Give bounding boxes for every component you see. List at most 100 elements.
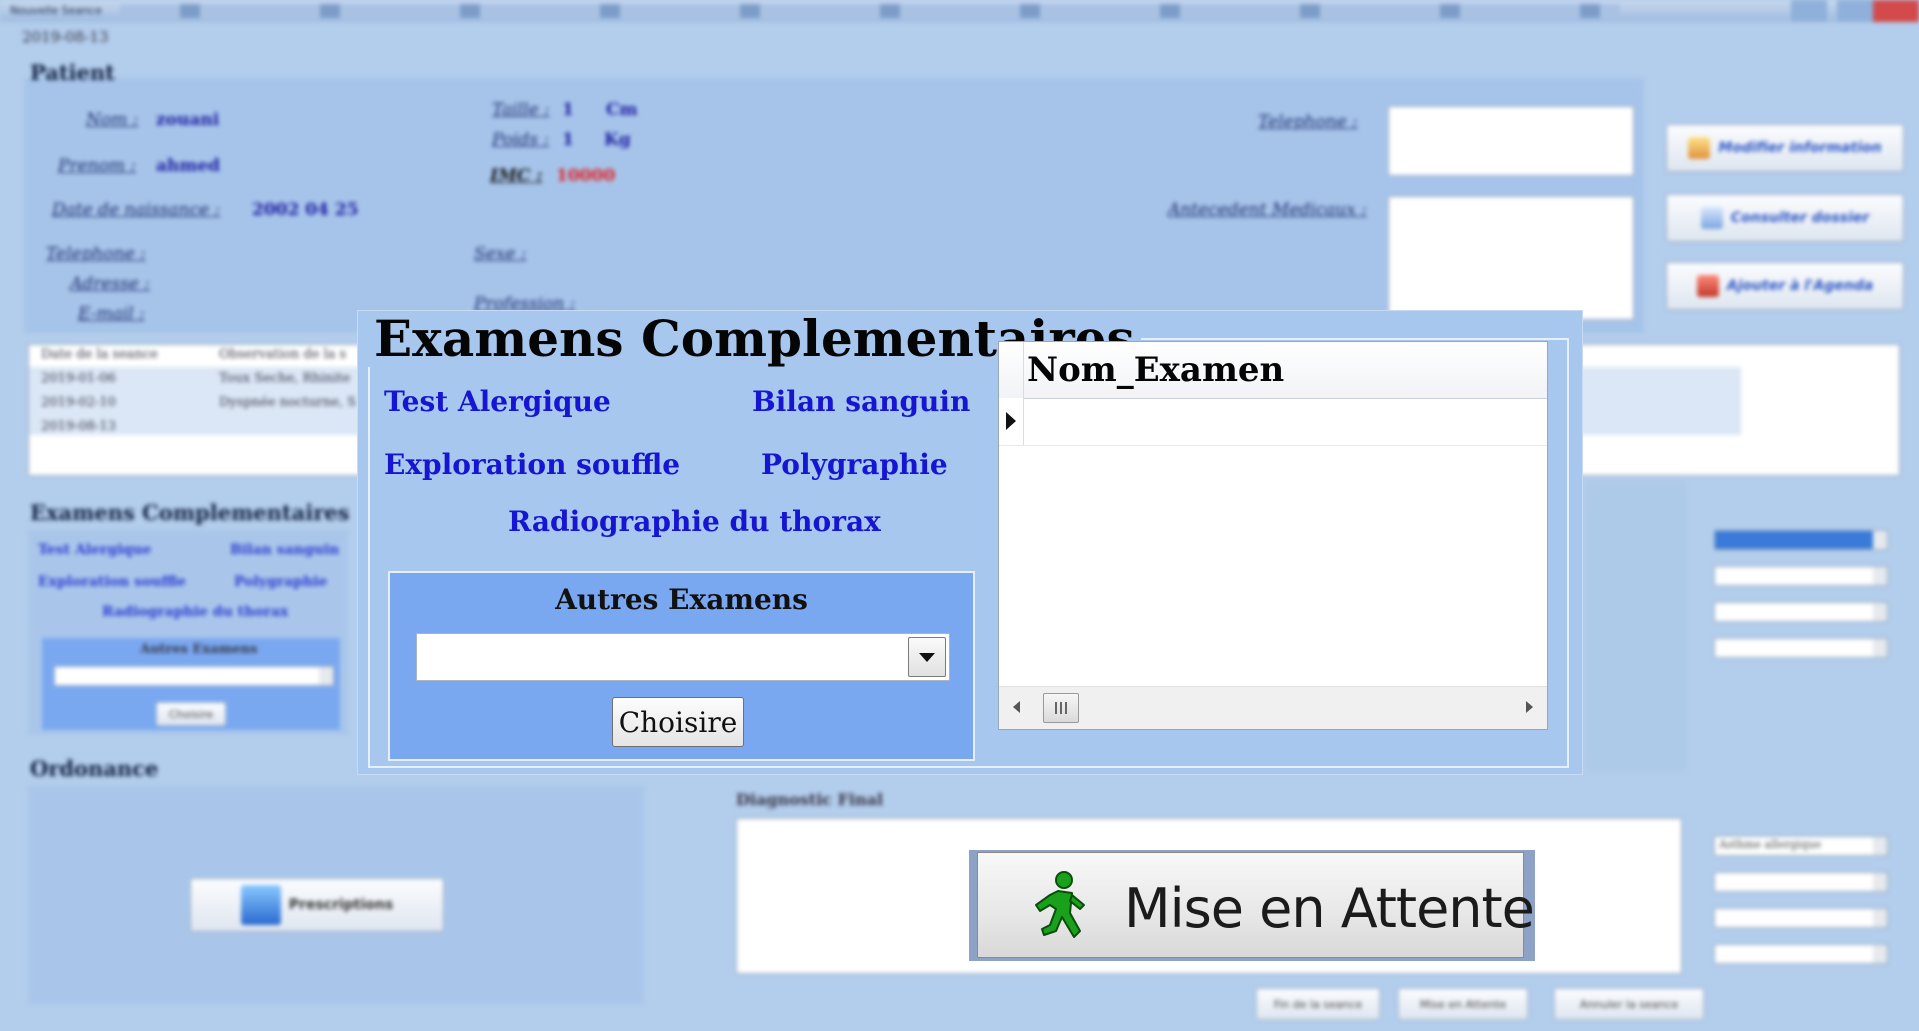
link-bilan-sanguin[interactable]: Bilan sanguin xyxy=(752,385,970,418)
bg-exams-section-title: Examens Complementaires xyxy=(30,500,350,525)
taille-value: 1 xyxy=(562,100,574,120)
right-combo[interactable] xyxy=(1714,944,1888,964)
prescription-label: Prescriptions xyxy=(288,897,394,913)
link-polygraphie[interactable]: Polygraphie xyxy=(761,448,948,481)
history-header-date: Date de la seance xyxy=(41,347,158,362)
modifier-information-button[interactable]: Modifier information xyxy=(1666,124,1904,172)
consulter-dossier-button[interactable]: Consulter dossier xyxy=(1666,194,1904,242)
history-row-observation[interactable]: Dyspnée nocturne, S xyxy=(219,395,356,410)
close-button[interactable] xyxy=(1873,0,1919,22)
grid-corner xyxy=(999,342,1024,398)
antecedent-field[interactable] xyxy=(1388,196,1634,320)
prescription-button[interactable]: Prescriptions xyxy=(190,878,444,932)
autres-examens-title: Autres Examens xyxy=(555,583,808,616)
horizontal-scrollbar[interactable] xyxy=(999,686,1547,729)
bg-choisir-button[interactable]: Choisire xyxy=(156,702,226,726)
antecedent-label: Antecedent Medicaux : xyxy=(1168,200,1367,220)
naissance-value: 2002 04 25 xyxy=(252,200,359,220)
history-row-date[interactable]: 2019-02-10 xyxy=(41,395,116,410)
email-label: E-mail : xyxy=(78,304,145,324)
choisire-button[interactable]: Choisire xyxy=(612,697,744,747)
nom-label: Nom : xyxy=(86,110,139,130)
ordonance-section-title: Ordonance xyxy=(30,756,159,781)
mise-en-attente-label: Mise en Attente xyxy=(1124,877,1535,940)
scroll-thumb[interactable] xyxy=(1043,693,1079,723)
right-mid-panel xyxy=(1586,482,1686,772)
history-row-observation[interactable]: Toux Seche, Rhinite xyxy=(219,371,350,386)
session-date: 2019-08-13 xyxy=(22,28,109,46)
taille-unit: Cm xyxy=(606,100,638,120)
bg-link-radiographie[interactable]: Radiographie du thorax xyxy=(102,604,288,620)
consulter-dossier-label: Consulter dossier xyxy=(1730,210,1870,226)
adresse-label: Adresse : xyxy=(70,274,150,294)
bg-autres-label: Autres Examens xyxy=(140,642,258,657)
right-combo[interactable] xyxy=(1714,908,1888,928)
attente-frame: Mise en Attente xyxy=(969,850,1535,961)
imc-label: IMC : xyxy=(490,166,543,186)
right-combo-diagnostic[interactable]: Asthme allergique xyxy=(1714,836,1888,856)
examens-dialog: Examens Complementaires Test Alergique B… xyxy=(357,310,1583,775)
poids-unit: Kg xyxy=(604,130,631,150)
nom-value: zouani xyxy=(156,110,220,130)
telephone-label: Telephone : xyxy=(46,244,146,264)
bg-link-test-alergique[interactable]: Test Alergique xyxy=(38,542,151,558)
poids-label: Poids : xyxy=(492,130,550,150)
window-titlebar: Nouvelle Seance xyxy=(0,0,1919,22)
autres-examens-panel: Autres Examens Choisire xyxy=(388,571,975,761)
bg-link-bilan-sanguin[interactable]: Bilan sanguin xyxy=(230,542,339,558)
right-combo[interactable] xyxy=(1714,872,1888,892)
taille-label: Taille : xyxy=(492,100,550,120)
maximize-button[interactable] xyxy=(1837,0,1873,22)
naissance-label: Date de naissance : xyxy=(52,200,221,220)
fin-seance-button[interactable]: Fin de la seance xyxy=(1256,988,1380,1020)
ajouter-agenda-label: Ajouter à l'Agenda xyxy=(1726,278,1874,294)
poids-value: 1 xyxy=(562,130,574,150)
modifier-information-label: Modifier information xyxy=(1718,140,1882,156)
diagnostic-label: Diagnostic Final xyxy=(736,790,884,809)
bg-link-polygraphie[interactable]: Polygraphie xyxy=(234,574,327,590)
telephone2-field[interactable] xyxy=(1388,106,1634,176)
imc-value: 10000 xyxy=(556,166,616,186)
toolbar-strip xyxy=(120,4,1620,18)
link-test-alergique[interactable]: Test Alergique xyxy=(384,385,611,418)
annuler-seance-button[interactable]: Annuler la seance xyxy=(1554,988,1704,1020)
mise-en-attente-button[interactable]: Mise en Attente xyxy=(977,852,1535,958)
patient-section-title: Patient xyxy=(30,60,115,85)
link-exploration-souffle[interactable]: Exploration souffle xyxy=(384,448,680,481)
right-combo[interactable] xyxy=(1714,566,1888,586)
exams-grid[interactable]: Nom_Examen xyxy=(998,341,1548,730)
dropdown-button[interactable] xyxy=(908,637,946,677)
prenom-value: ahmed xyxy=(156,156,221,176)
scroll-right-icon[interactable] xyxy=(1526,701,1533,713)
grid-new-row[interactable] xyxy=(999,398,1547,446)
link-radiographie-thorax[interactable]: Radiographie du thorax xyxy=(508,505,881,538)
bg-link-exploration-souffle[interactable]: Exploration souffle xyxy=(38,574,186,590)
mise-en-attente-small-button[interactable]: Mise en Attente xyxy=(1398,988,1528,1020)
history-row-date[interactable]: 2019-08-13 xyxy=(41,419,116,434)
bg-autres-select[interactable] xyxy=(54,666,334,686)
history-row-date[interactable]: 2019-01-06 xyxy=(41,371,116,386)
chevron-down-icon xyxy=(919,653,935,662)
folder-icon xyxy=(1700,207,1723,229)
right-combo-top[interactable] xyxy=(1714,530,1888,550)
row-header[interactable] xyxy=(999,398,1024,445)
right-combo[interactable] xyxy=(1714,602,1888,622)
minimize-button[interactable] xyxy=(1791,0,1827,22)
grid-header: Nom_Examen xyxy=(999,342,1547,399)
right-combo[interactable] xyxy=(1714,638,1888,658)
right-combo-diagnostic-value: Asthme allergique xyxy=(1719,838,1822,851)
current-row-arrow-icon xyxy=(1006,412,1016,430)
walking-man-icon xyxy=(1035,871,1085,938)
calendar-icon xyxy=(1696,275,1719,297)
telephone2-label: Telephone : xyxy=(1258,112,1358,132)
column-header-nom-examen[interactable]: Nom_Examen xyxy=(1027,350,1284,390)
window-title: Nouvelle Seance xyxy=(10,4,102,17)
history-header-observation: Observation de la s xyxy=(219,347,347,362)
ajouter-agenda-button[interactable]: Ajouter à l'Agenda xyxy=(1666,262,1904,310)
autres-examens-select[interactable] xyxy=(416,633,950,681)
scroll-left-icon[interactable] xyxy=(1013,701,1020,713)
prescription-icon xyxy=(240,885,281,925)
edit-icon xyxy=(1688,137,1711,159)
prenom-label: Prenom : xyxy=(58,156,137,176)
sexe-label: Sexe : xyxy=(474,244,527,264)
